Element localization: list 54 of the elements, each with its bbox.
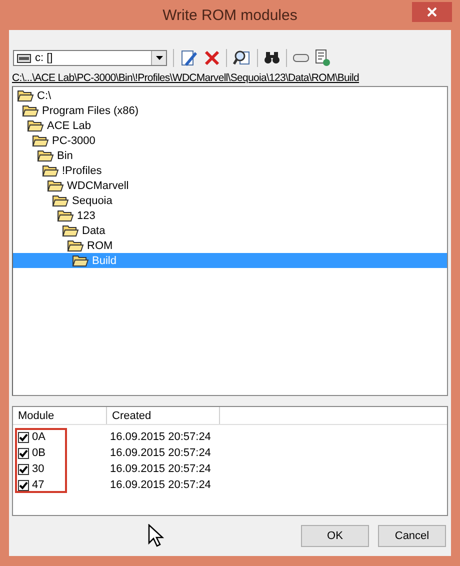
- binoculars-icon[interactable]: [264, 51, 280, 65]
- checkbox[interactable]: [18, 448, 29, 458]
- created-cell: 16.09.2015 20:57:24: [110, 463, 211, 475]
- path-link[interactable]: C:\...\ACE Lab\PC-3000\Bin\!Profiles\WDCMarvell\Sequoia\123\Data\ROM\Build: [12, 72, 448, 84]
- folder-tree-item[interactable]: PC-3000: [13, 133, 447, 148]
- module-cell-text: 0A: [31, 431, 46, 443]
- folder-tree-item[interactable]: WDCMarvell: [13, 178, 447, 193]
- drive-dropdown[interactable]: c: []: [13, 50, 167, 66]
- folder-tree-item[interactable]: Program Files (x86): [13, 103, 447, 118]
- folder-icon: [47, 179, 64, 192]
- created-cell: 16.09.2015 20:57:24: [110, 479, 211, 491]
- highlight-frame: [15, 428, 67, 493]
- folder-icon: [37, 149, 54, 162]
- folder-tree-item[interactable]: 123: [13, 208, 447, 223]
- checkbox[interactable]: [18, 480, 29, 490]
- folder-tree-item[interactable]: C:\: [13, 88, 447, 103]
- folder-tree-item[interactable]: Sequoia: [13, 193, 447, 208]
- dialog-button[interactable]: Cancel: [378, 525, 446, 547]
- mouse-cursor-icon: [148, 524, 164, 548]
- folder-tree-item[interactable]: ACE Lab: [13, 118, 447, 133]
- folder-icon: [27, 119, 44, 132]
- checkbox[interactable]: [18, 464, 29, 474]
- folder-icon: [52, 194, 69, 207]
- folder-icon: [42, 164, 59, 177]
- folder-tree-item[interactable]: Data: [13, 223, 447, 238]
- created-cell: 16.09.2015 20:57:24: [110, 431, 211, 443]
- folder-icon: [57, 209, 74, 222]
- search-icon[interactable]: [233, 49, 251, 67]
- dialog-button[interactable]: OK: [301, 525, 369, 547]
- window-title: Write ROM modules: [162, 6, 298, 24]
- drive-icon: [17, 54, 31, 62]
- close-button[interactable]: [412, 2, 452, 22]
- column-header[interactable]: Created: [107, 407, 220, 424]
- module-cell-text: 30: [31, 463, 46, 475]
- close-icon: [427, 7, 437, 17]
- edit-icon[interactable]: [180, 49, 198, 67]
- folder-icon: [17, 89, 34, 102]
- caret-icon: [156, 56, 162, 60]
- module-cell-text: 0B: [31, 447, 46, 459]
- document-gear-icon[interactable]: [315, 49, 331, 67]
- folder-tree-item[interactable]: Bin: [13, 148, 447, 163]
- folder-icon: [67, 239, 84, 252]
- drive-icon[interactable]: [293, 53, 309, 63]
- folder-icon: [32, 134, 49, 147]
- folder-icon: [62, 224, 79, 237]
- delete-icon[interactable]: [204, 50, 220, 66]
- folder-icon: [22, 104, 39, 117]
- folder-icon: [72, 254, 89, 267]
- folder-tree-item[interactable]: !Profiles: [13, 163, 447, 178]
- module-cell-text: 47: [31, 479, 46, 491]
- folder-tree-item[interactable]: ROM: [13, 238, 447, 253]
- created-cell: 16.09.2015 20:57:24: [110, 447, 211, 459]
- column-header[interactable]: Module: [13, 407, 107, 424]
- checkbox[interactable]: [18, 432, 29, 442]
